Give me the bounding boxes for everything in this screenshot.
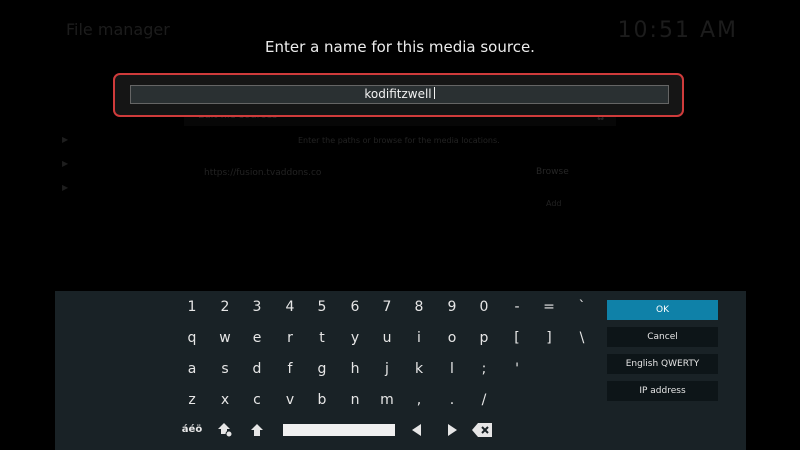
key[interactable]: ] (533, 326, 565, 350)
key[interactable]: ' (501, 357, 533, 381)
key[interactable]: j (371, 357, 403, 381)
key[interactable]: p (468, 326, 500, 350)
key[interactable]: 8 (403, 295, 435, 319)
name-input-frame: kodifitzwell (113, 73, 684, 117)
shift-icon[interactable] (241, 418, 273, 442)
key[interactable]: v (274, 388, 306, 412)
key[interactable]: 2 (209, 295, 241, 319)
key[interactable]: . (436, 388, 468, 412)
key[interactable]: 3 (241, 295, 273, 319)
background-browse-button: Browse (536, 167, 569, 177)
spacebar[interactable] (283, 424, 395, 436)
key[interactable]: 6 (339, 295, 371, 319)
key[interactable]: q (176, 326, 208, 350)
arrow-right-icon[interactable] (436, 418, 468, 442)
arrow-left-icon[interactable] (401, 418, 433, 442)
key[interactable]: 1 (176, 295, 208, 319)
key[interactable]: w (209, 326, 241, 350)
key[interactable]: a (176, 357, 208, 381)
symbols-key[interactable]: áéö (176, 418, 208, 442)
key[interactable]: k (403, 357, 435, 381)
background-add-button: Add (546, 199, 562, 208)
ok-button[interactable]: OK (607, 300, 718, 320)
key[interactable]: 4 (274, 295, 306, 319)
key[interactable]: z (176, 388, 208, 412)
key[interactable]: e (241, 326, 273, 350)
key[interactable]: ; (468, 357, 500, 381)
key[interactable]: 7 (371, 295, 403, 319)
on-screen-keyboard: 1 2 3 4 5 6 7 8 9 0 - = ` q w e r t y u … (55, 291, 746, 450)
key[interactable]: h (339, 357, 371, 381)
key[interactable]: s (209, 357, 241, 381)
key[interactable]: y (339, 326, 371, 350)
key[interactable]: r (274, 326, 306, 350)
name-input-value: kodifitzwell (364, 87, 432, 101)
key[interactable]: [ (501, 326, 533, 350)
key[interactable]: 0 (468, 295, 500, 319)
backspace-icon[interactable] (466, 418, 498, 442)
name-input[interactable]: kodifitzwell (130, 85, 669, 104)
key[interactable]: 5 (306, 295, 338, 319)
key[interactable]: x (209, 388, 241, 412)
key[interactable]: l (436, 357, 468, 381)
key[interactable]: n (339, 388, 371, 412)
chevron-right-icon: ▶ (62, 183, 69, 192)
chevron-right-icon: ▶ (62, 159, 69, 168)
window-title: File manager (66, 20, 170, 39)
key[interactable]: 9 (436, 295, 468, 319)
key[interactable]: b (306, 388, 338, 412)
key[interactable]: \ (566, 326, 598, 350)
key[interactable]: u (371, 326, 403, 350)
background-dialog-hint: Enter the paths or browse for the media … (298, 136, 500, 145)
key[interactable]: m (371, 388, 403, 412)
key[interactable]: d (241, 357, 273, 381)
key[interactable]: t (306, 326, 338, 350)
key[interactable]: g (306, 357, 338, 381)
chevron-right-icon: ▶ (62, 135, 69, 144)
key[interactable]: - (501, 295, 533, 319)
key[interactable]: c (241, 388, 273, 412)
text-caret (433, 87, 435, 99)
key[interactable]: f (274, 357, 306, 381)
key[interactable]: = (533, 295, 565, 319)
key[interactable]: , (403, 388, 435, 412)
key[interactable]: o (436, 326, 468, 350)
key[interactable]: i (403, 326, 435, 350)
key[interactable]: ` (566, 295, 598, 319)
dialog-prompt: Enter a name for this media source. (265, 38, 535, 56)
keyboard-layout-button[interactable]: English QWERTY (607, 354, 718, 374)
key[interactable]: / (468, 388, 500, 412)
shift-lock-icon[interactable] (209, 418, 241, 442)
cancel-button[interactable]: Cancel (607, 327, 718, 347)
background-path-value: https://fusion.tvaddons.co (204, 168, 322, 178)
ip-address-button[interactable]: IP address (607, 381, 718, 401)
